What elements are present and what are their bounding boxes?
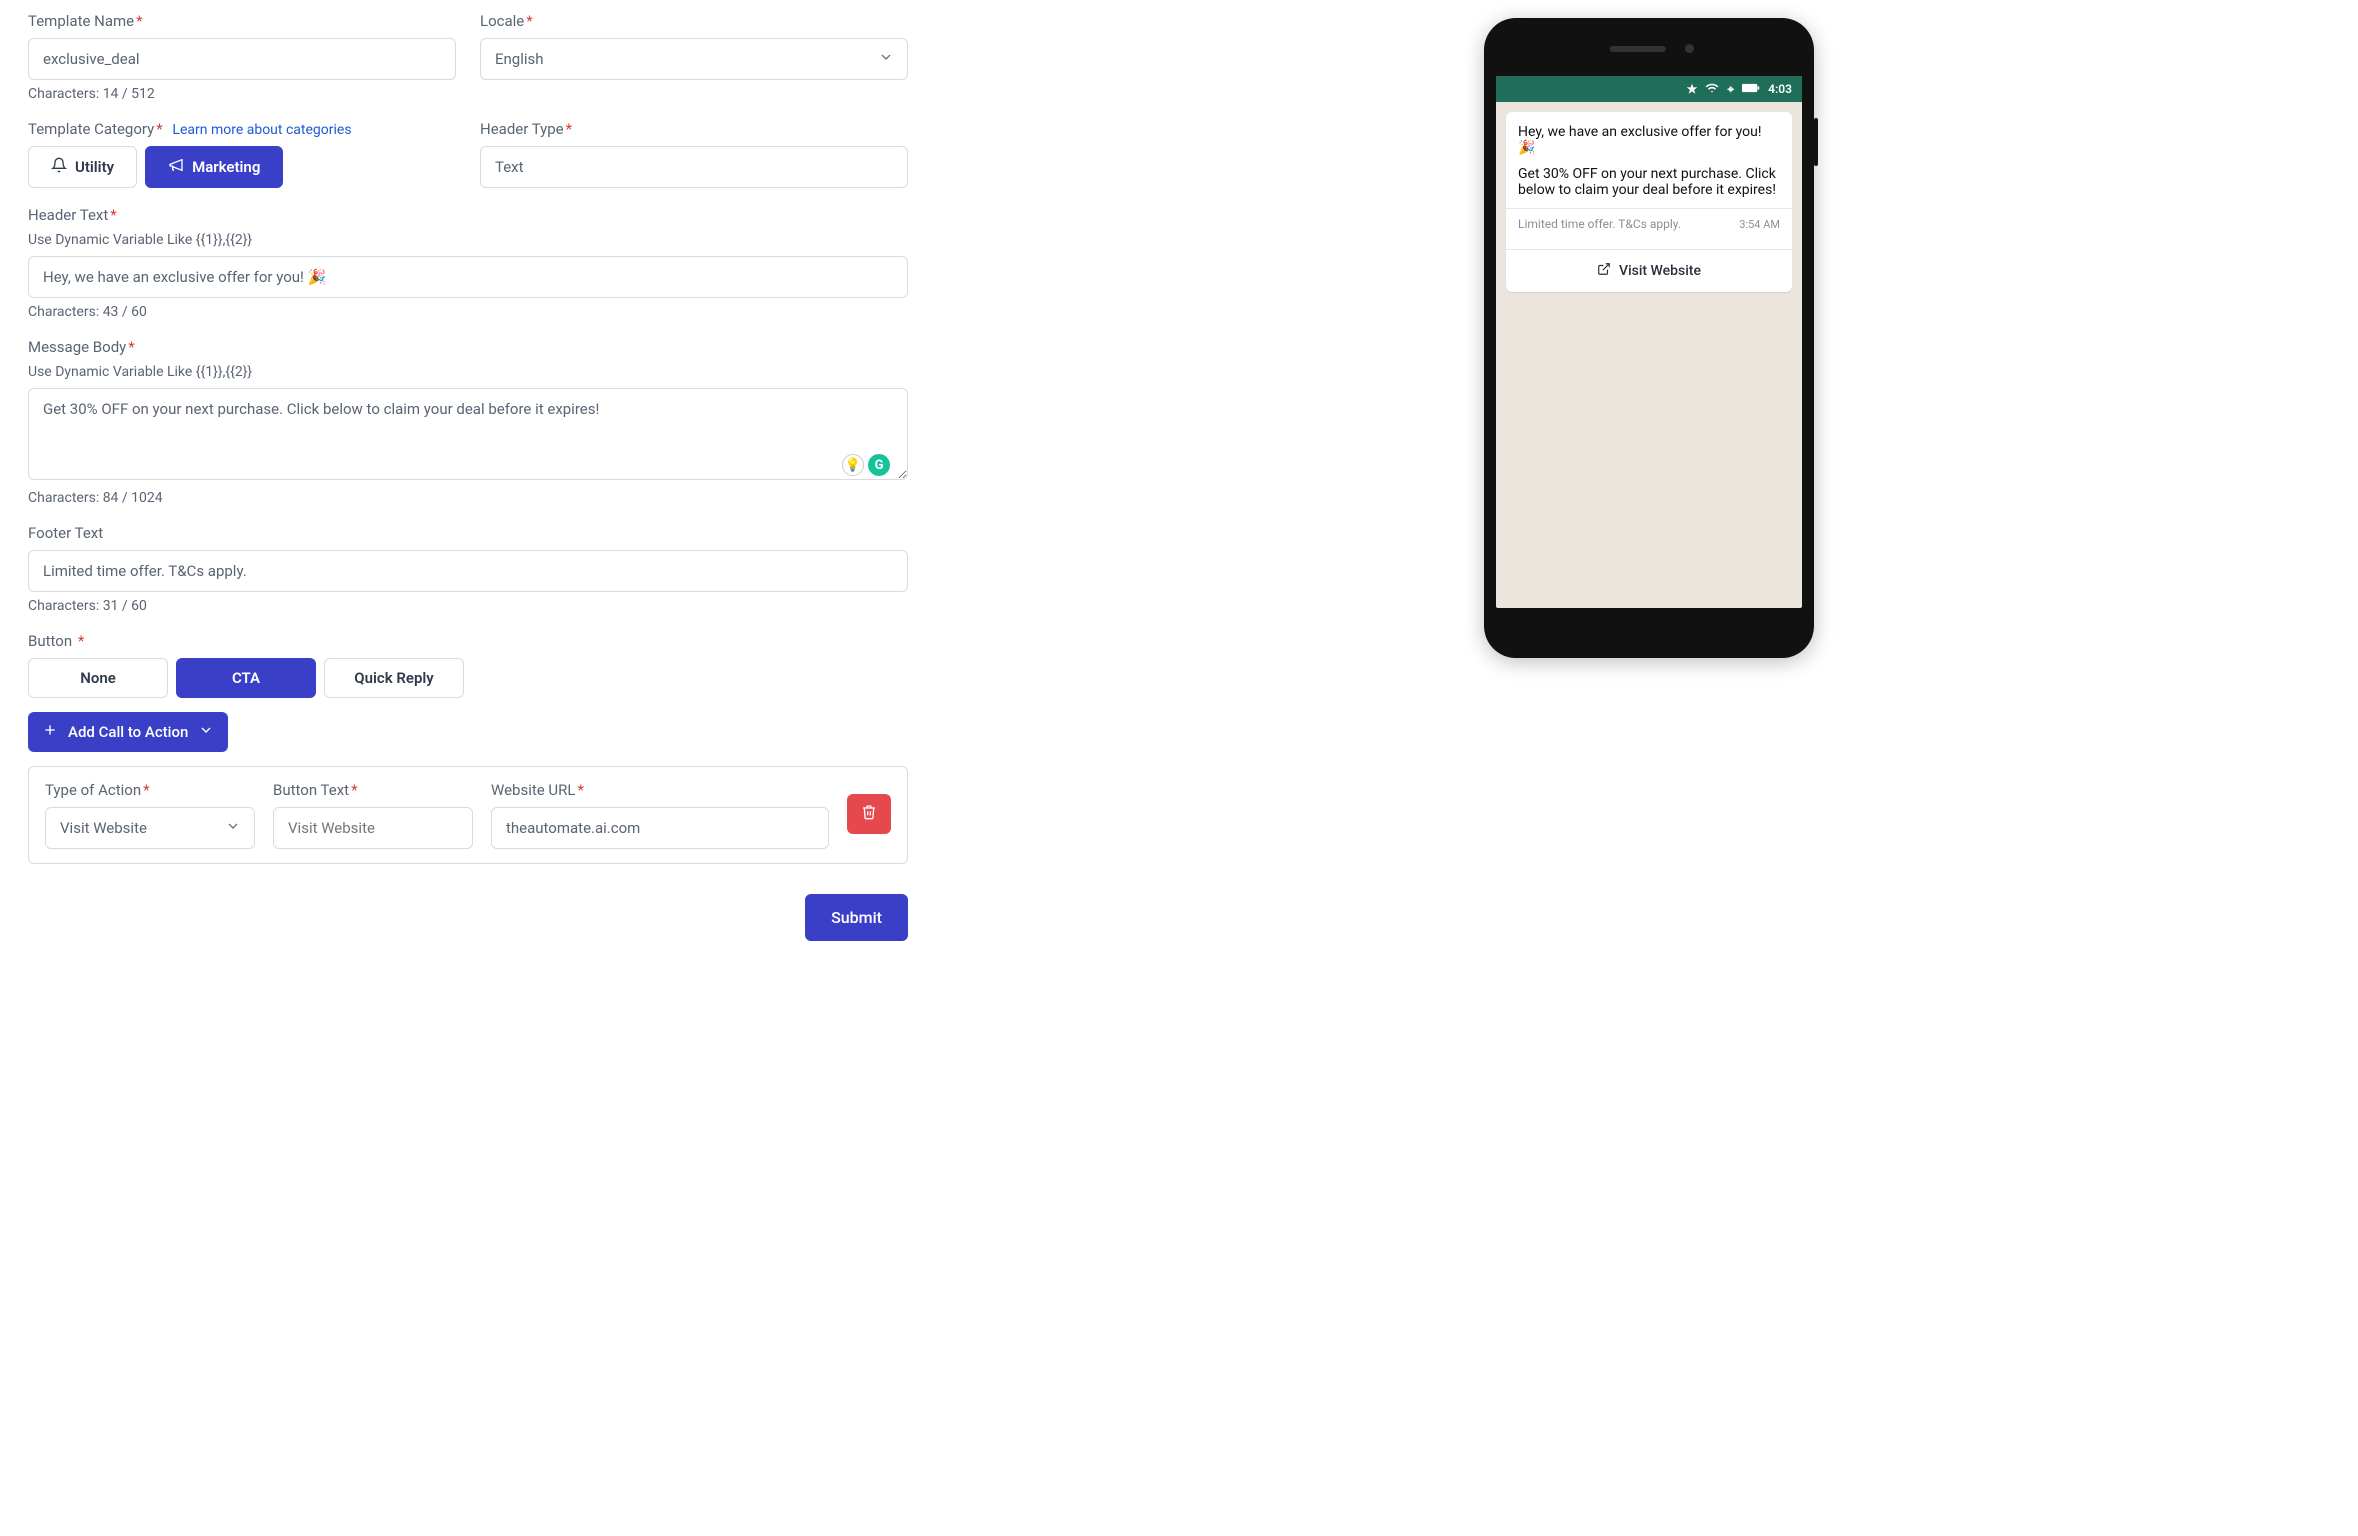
header-text-hint: Use Dynamic Variable Like {{1}},{{2}} [28,232,908,248]
button-text-input[interactable] [273,807,473,849]
website-url-input[interactable] [491,807,829,849]
megaphone-icon [168,157,184,177]
preview-cta-button: Visit Website [1506,249,1792,284]
status-time: 4:03 [1768,82,1792,96]
delete-cta-button[interactable] [847,794,891,834]
grammarly-widget[interactable]: 💡 G [842,454,890,476]
locale-select[interactable]: English [480,38,908,80]
trash-icon [861,804,877,824]
header-text-label: Header Text* [28,206,908,224]
location-icon: ⌖ [1727,82,1734,97]
footer-text-counter: Characters: 31 / 60 [28,598,908,614]
star-icon: ★ [1687,82,1698,96]
category-marketing-button[interactable]: Marketing [145,146,283,188]
button-none[interactable]: None [28,658,168,698]
plus-icon [42,722,58,742]
button-quick-reply[interactable]: Quick Reply [324,658,464,698]
header-type-label: Header Type* [480,120,908,138]
preview-header-text: Hey, we have an exclusive offer for you!… [1518,124,1780,156]
template-name-input[interactable] [28,38,456,80]
category-utility-button[interactable]: Utility [28,146,137,188]
preview-footer-text: Limited time offer. T&Cs apply. [1518,217,1681,231]
locale-label: Locale* [480,12,908,30]
status-bar: ★ ⌖ 4:03 [1496,76,1802,102]
cta-config-row: Type of Action* Visit Website Button Tex… [28,766,908,864]
button-section-label: Button * [28,632,908,650]
message-body-hint: Use Dynamic Variable Like {{1}},{{2}} [28,364,908,380]
template-name-counter: Characters: 14 / 512 [28,86,456,102]
add-call-to-action-button[interactable]: Add Call to Action [28,712,228,752]
footer-text-label: Footer Text [28,524,908,542]
type-of-action-select[interactable]: Visit Website [45,807,255,849]
button-cta[interactable]: CTA [176,658,316,698]
header-text-counter: Characters: 43 / 60 [28,304,908,320]
lightbulb-icon: 💡 [842,454,864,476]
type-of-action-label: Type of Action* [45,781,255,799]
grammarly-icon: G [868,454,890,476]
submit-button[interactable]: Submit [805,894,908,941]
website-url-label: Website URL* [491,781,829,799]
template-name-label: Template Name* [28,12,456,30]
message-body-textarea[interactable]: Get 30% OFF on your next purchase. Click… [28,388,908,480]
battery-icon [1742,82,1760,97]
header-text-input[interactable] [28,256,908,298]
preview-message-time: 3:54 AM [1739,218,1780,231]
footer-text-input[interactable] [28,550,908,592]
chevron-down-icon [198,722,214,742]
phone-preview: ★ ⌖ 4:03 Hey, we have an exclusive offer… [1484,18,1814,658]
category-label: Template Category* Learn more about cate… [28,120,456,138]
message-body-label: Message Body* [28,338,908,356]
message-body-counter: Characters: 84 / 1024 [28,490,908,506]
bell-icon [51,157,67,177]
preview-body-text: Get 30% OFF on your next purchase. Click… [1518,166,1780,198]
header-type-input[interactable] [480,146,908,188]
wifi-icon [1705,81,1719,98]
learn-more-link[interactable]: Learn more about categories [172,122,351,138]
external-link-icon [1597,262,1611,280]
message-bubble: Hey, we have an exclusive offer for you!… [1506,112,1792,292]
button-text-label: Button Text* [273,781,473,799]
